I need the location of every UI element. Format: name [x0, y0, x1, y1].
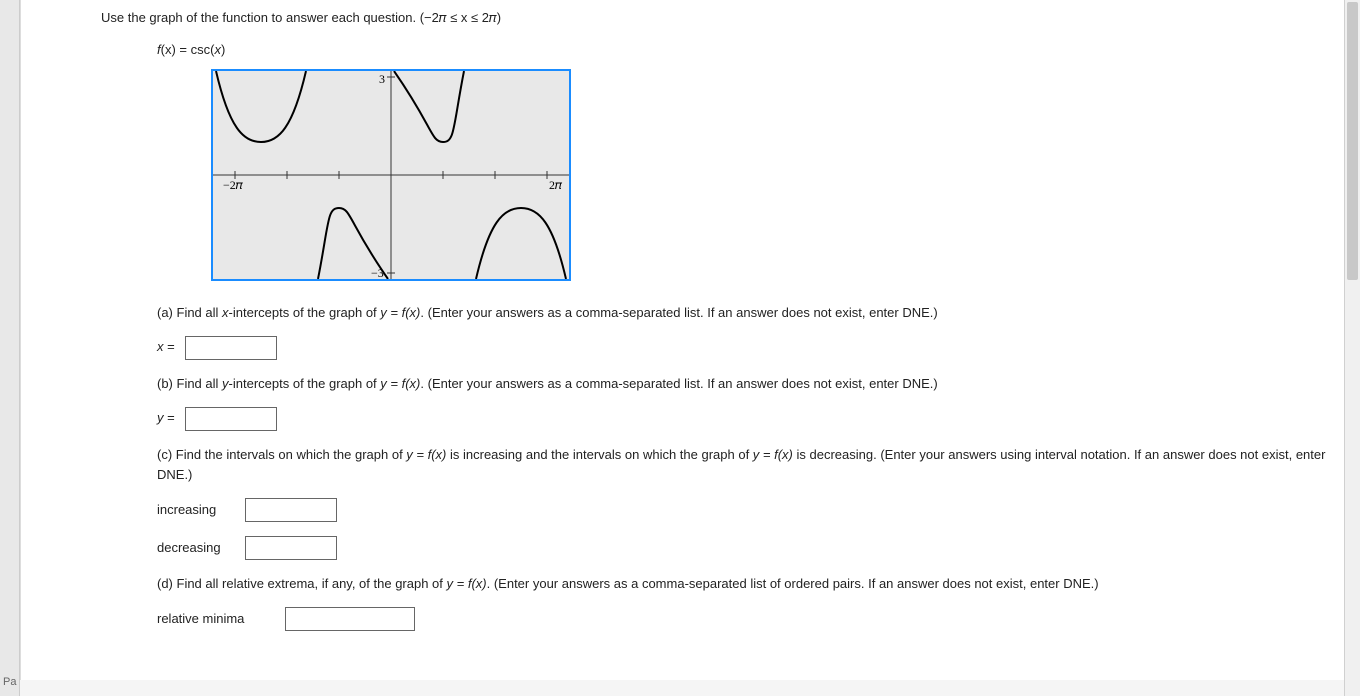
sub-question-a-text: (a) Find all x-intercepts of the graph o… — [157, 303, 1340, 324]
answer-label-x: x = — [157, 337, 175, 358]
sub-question-b-text: (b) Find all y-intercepts of the graph o… — [157, 374, 1340, 395]
sub-question-a: (a) Find all x-intercepts of the graph o… — [157, 303, 1340, 360]
answer-row-a: x = — [157, 336, 1340, 360]
relative-minima-input[interactable] — [285, 607, 415, 631]
chart-svg: −2𝜋 2𝜋 3 −3 — [213, 71, 569, 279]
x-tick-neg2pi: −2𝜋 — [223, 178, 244, 192]
sub-question-b: (b) Find all y-intercepts of the graph o… — [157, 374, 1340, 431]
increasing-label: increasing — [157, 500, 235, 521]
y-tick-3: 3 — [379, 72, 385, 86]
function-definition: f(x) = csc(x) — [157, 42, 1340, 57]
main-prompt: Use the graph of the function to answer … — [101, 10, 1340, 26]
decreasing-label: decreasing — [157, 538, 235, 559]
csc-graph[interactable]: −2𝜋 2𝜋 3 −3 — [211, 69, 571, 281]
answer-row-increasing: increasing — [157, 498, 1340, 522]
x-intercepts-input[interactable] — [185, 336, 277, 360]
answer-row-decreasing: decreasing — [157, 536, 1340, 560]
main-vertical-scrollbar[interactable] — [1344, 0, 1360, 696]
answer-row-b: y = — [157, 407, 1340, 431]
answer-label-y: y = — [157, 408, 175, 429]
y-intercepts-input[interactable] — [185, 407, 277, 431]
chart-container: −2𝜋 2𝜋 3 −3 — [211, 69, 1340, 281]
sub-question-c: (c) Find the intervals on which the grap… — [157, 445, 1340, 561]
left-tab-label: Pa — [3, 676, 16, 688]
x-tick-2pi: 2𝜋 — [549, 178, 563, 192]
question-block: Use the graph of the function to answer … — [101, 10, 1340, 631]
scroll-thumb[interactable] — [1347, 2, 1358, 280]
decreasing-input[interactable] — [245, 536, 337, 560]
minima-label: relative minima — [157, 609, 275, 630]
sub-question-d: (d) Find all relative extrema, if any, o… — [157, 574, 1340, 631]
y-tick-neg3: −3 — [371, 266, 384, 279]
answer-row-minima: relative minima — [157, 607, 1340, 631]
main-content: Use the graph of the function to answer … — [20, 0, 1360, 680]
sub-question-c-text: (c) Find the intervals on which the grap… — [157, 445, 1340, 487]
left-sidebar: Pa — [0, 0, 20, 696]
scroll-down-arrow-icon[interactable] — [1347, 682, 1358, 696]
sub-question-d-text: (d) Find all relative extrema, if any, o… — [157, 574, 1340, 595]
increasing-input[interactable] — [245, 498, 337, 522]
